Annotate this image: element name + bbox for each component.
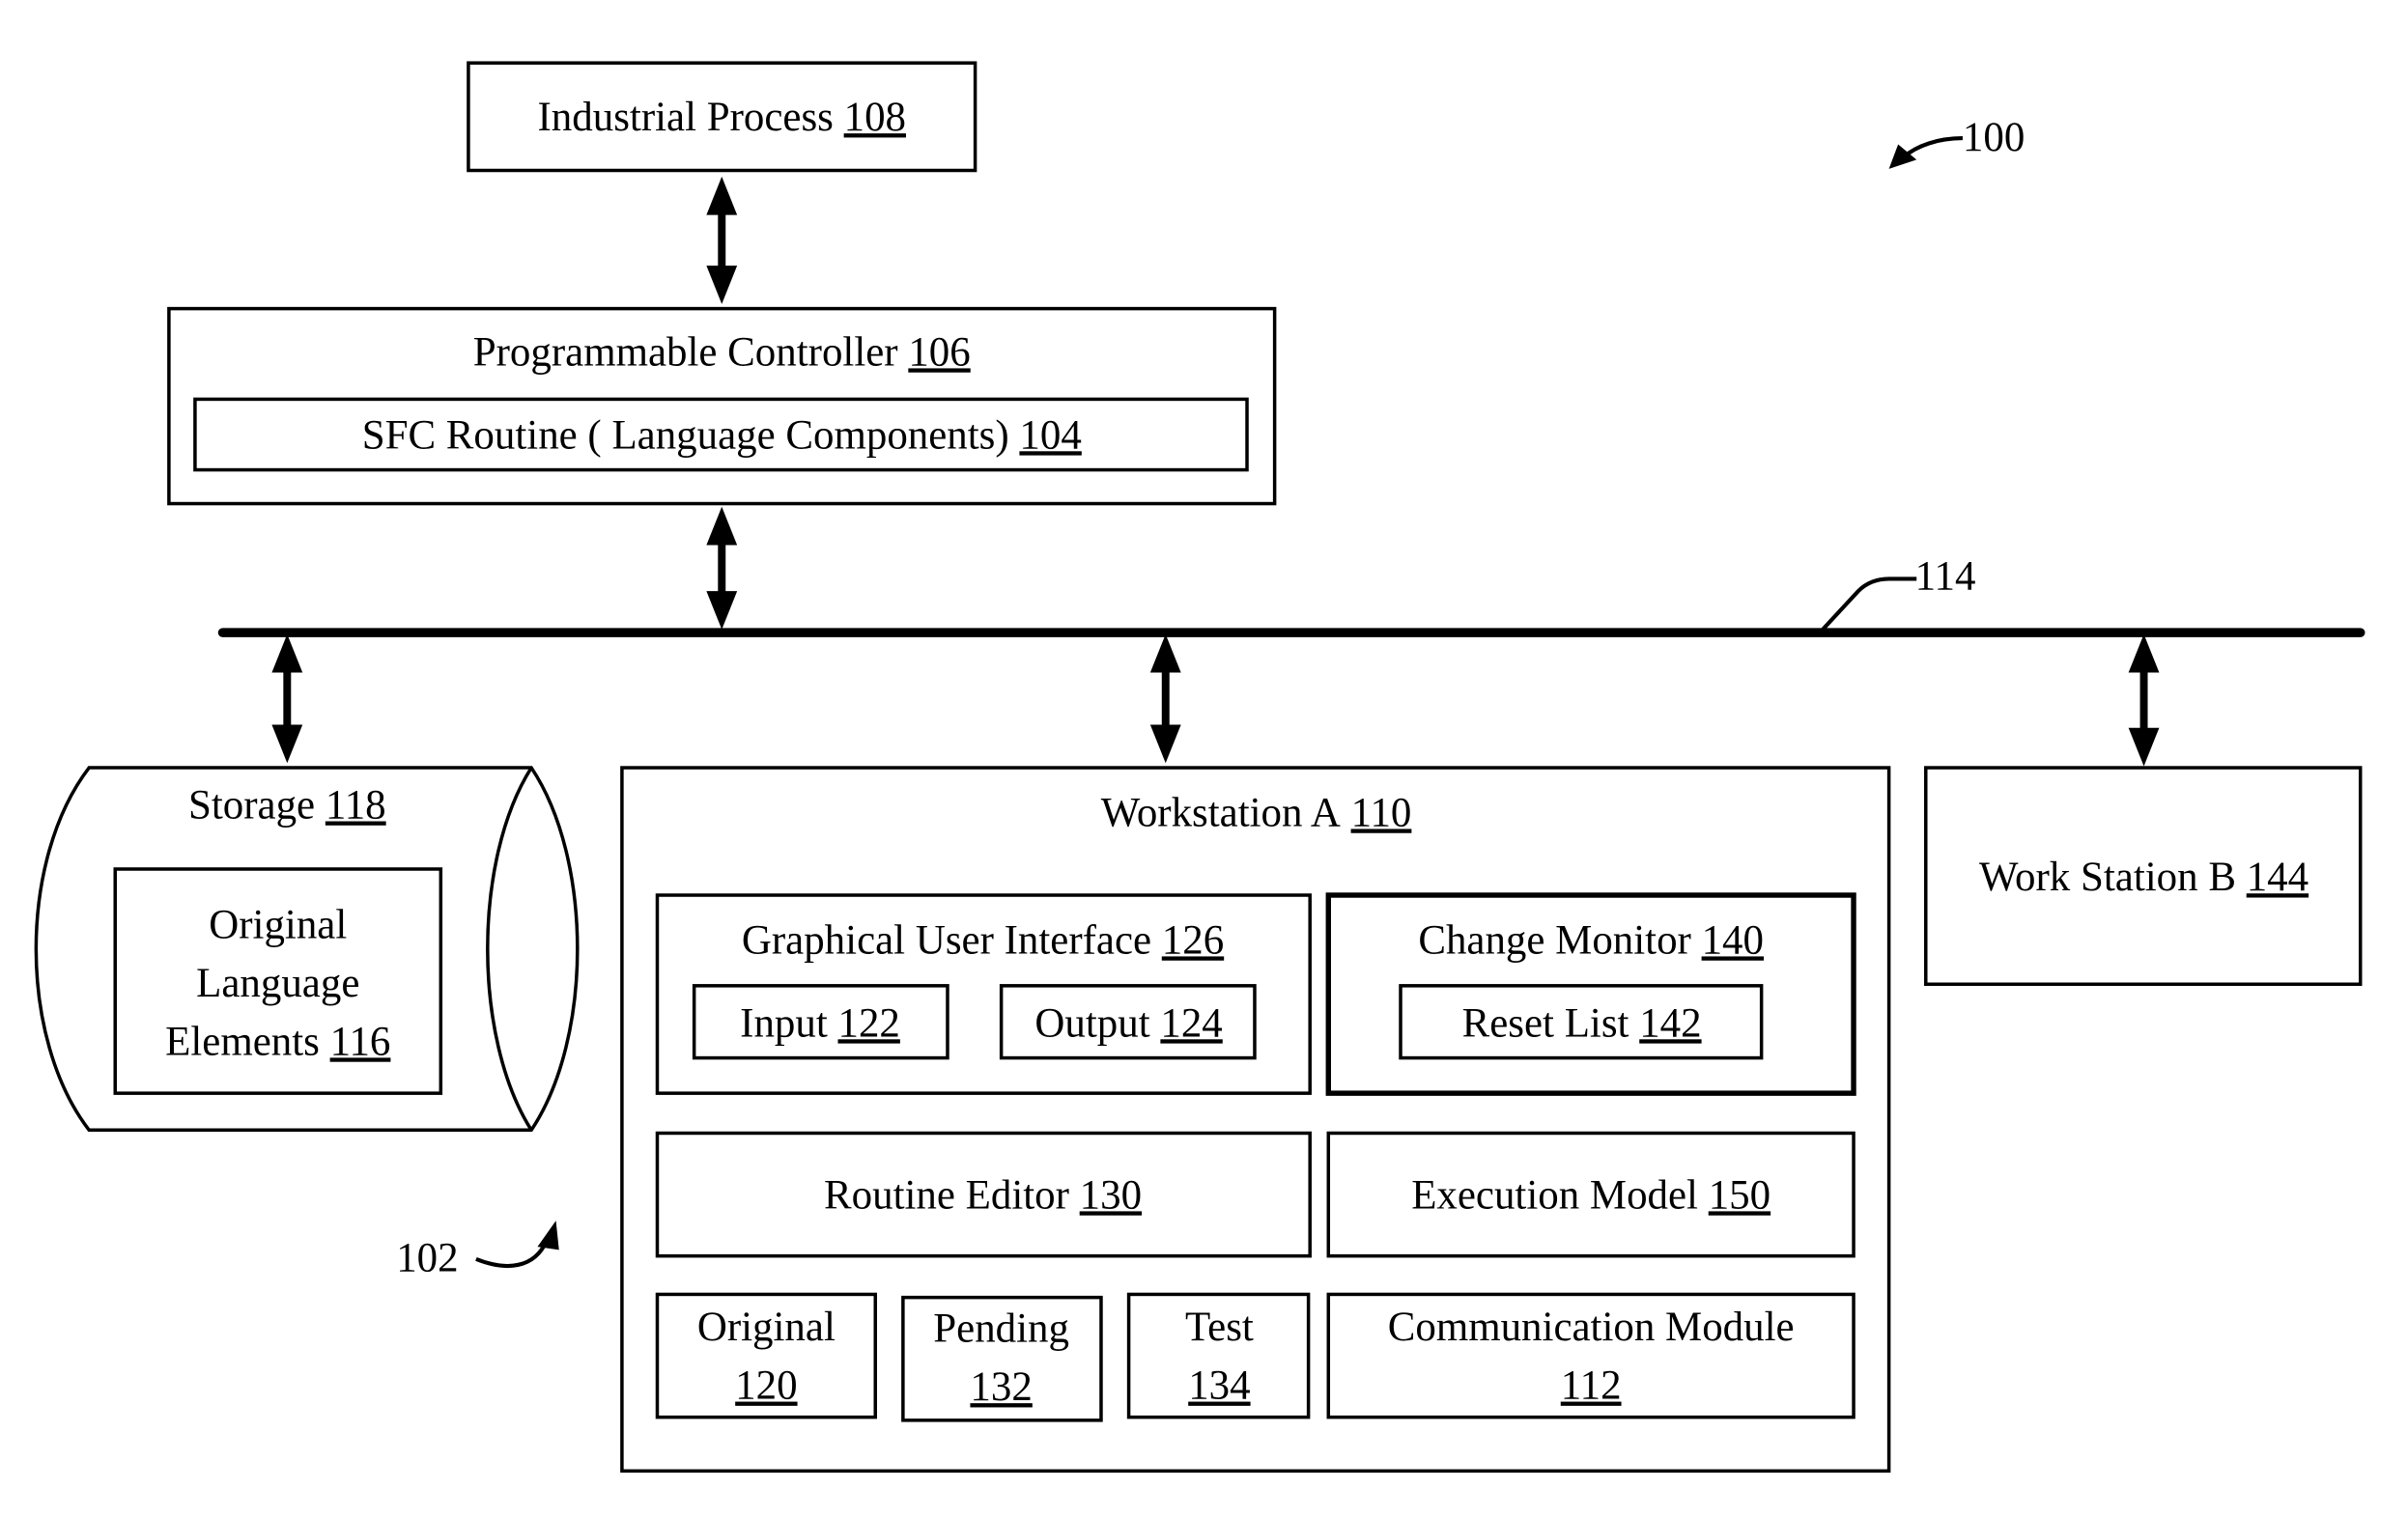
language-elements-line1: Original [209, 903, 347, 948]
original-block[interactable]: Original 120 [655, 1292, 878, 1419]
arrow-up-icon [706, 506, 738, 546]
figure-ref-text: 100 [1963, 115, 2025, 160]
communication-module-label: Communication Module [1388, 1305, 1795, 1350]
language-elements-line3: Elements 116 [165, 1019, 390, 1064]
input-block[interactable]: Input 122 [692, 984, 949, 1060]
industrial-process-block[interactable]: Industrial Process 108 [467, 61, 977, 173]
execution-model-block[interactable]: Execution Model 150 [1326, 1131, 1856, 1258]
bus-storage-arrow [271, 633, 303, 764]
system-ref-102: 102 [396, 1221, 559, 1281]
system-ref-leader [475, 1239, 549, 1268]
change-monitor-block[interactable]: Change Monitor 140 Reset List 142 [1325, 892, 1856, 1096]
figure-ref-100: 100 [1888, 115, 2025, 169]
output-block[interactable]: Output 124 [999, 984, 1257, 1060]
arrow-down-icon [1149, 724, 1181, 764]
workstation-b-block[interactable]: Work Station B 144 [1924, 766, 2363, 986]
arrow-down-icon [706, 591, 738, 630]
bus-workstation-a-arrow [1149, 633, 1181, 764]
arrow-up-icon [706, 176, 738, 215]
change-monitor-label: Change Monitor 140 [1418, 917, 1764, 963]
execution-model-label: Execution Model 150 [1411, 1172, 1771, 1218]
reset-list-block[interactable]: Reset List 142 [1399, 984, 1764, 1060]
system-ref-arrowhead-icon [537, 1221, 559, 1250]
arrow-down-icon [2128, 727, 2160, 767]
sfc-routine-label: SFC Routine ( Language Components) 104 [362, 412, 1082, 458]
storage-label: Storage 118 [188, 783, 386, 829]
bus-ref-leader [1818, 576, 1917, 634]
sfc-routine-block[interactable]: SFC Routine ( Language Components) 104 [193, 397, 1249, 472]
system-block-diagram: 100 Industrial Process 108 Programmable … [34, 61, 2366, 1474]
routine-editor-label: Routine Editor 130 [824, 1172, 1142, 1218]
figure-ref-arrowhead-icon [1888, 144, 1917, 169]
pending-ref: 132 [970, 1364, 1032, 1410]
process-controller-arrow [706, 176, 738, 304]
industrial-process-label: Industrial Process 108 [538, 95, 906, 140]
original-language-elements-block[interactable]: Original Language Elements 116 [113, 867, 443, 1095]
original-ref: 120 [735, 1363, 797, 1409]
test-ref: 134 [1188, 1363, 1250, 1409]
pending-block[interactable]: Pending 132 [901, 1295, 1103, 1422]
network-bus: 114 [217, 554, 2366, 637]
communication-module-block[interactable]: Communication Module 112 [1326, 1292, 1856, 1419]
input-label: Input 122 [740, 1000, 900, 1046]
arrow-up-icon [2128, 633, 2160, 673]
controller-bus-arrow [706, 506, 738, 630]
workstation-a-block[interactable]: Workstation A 110 Graphical User Interfa… [620, 766, 1891, 1474]
reset-list-label: Reset List 142 [1462, 1000, 1702, 1046]
arrow-up-icon [1149, 633, 1181, 673]
storage-block[interactable]: Storage 118 Original Language Elements 1… [34, 766, 580, 1133]
arrow-down-icon [271, 724, 303, 764]
workstation-b-label: Work Station B 144 [1979, 855, 2309, 900]
arrow-up-icon [271, 633, 303, 673]
pending-label: Pending [933, 1306, 1069, 1352]
routine-editor-block[interactable]: Routine Editor 130 [655, 1131, 1312, 1258]
test-label: Test [1185, 1305, 1254, 1350]
output-label: Output 124 [1034, 1000, 1222, 1046]
original-label: Original [697, 1305, 836, 1350]
communication-module-ref: 112 [1561, 1363, 1622, 1409]
workstation-a-label: Workstation A 110 [1101, 790, 1412, 835]
programmable-controller-block[interactable]: Programmable Controller 106 SFC Routine … [167, 306, 1277, 506]
figure-ref-leader [1903, 136, 1963, 158]
gui-label: Graphical User Interface 126 [742, 917, 1224, 963]
bus-ref-text: 114 [1915, 554, 1976, 600]
arrow-down-icon [706, 266, 738, 304]
test-block[interactable]: Test 134 [1126, 1292, 1311, 1419]
language-elements-line2: Language [196, 961, 359, 1006]
graphical-user-interface-block[interactable]: Graphical User Interface 126 Input 122 O… [655, 893, 1312, 1095]
bus-workstation-b-arrow [2128, 633, 2160, 767]
controller-label: Programmable Controller 106 [473, 329, 971, 375]
system-ref-text: 102 [396, 1236, 458, 1281]
